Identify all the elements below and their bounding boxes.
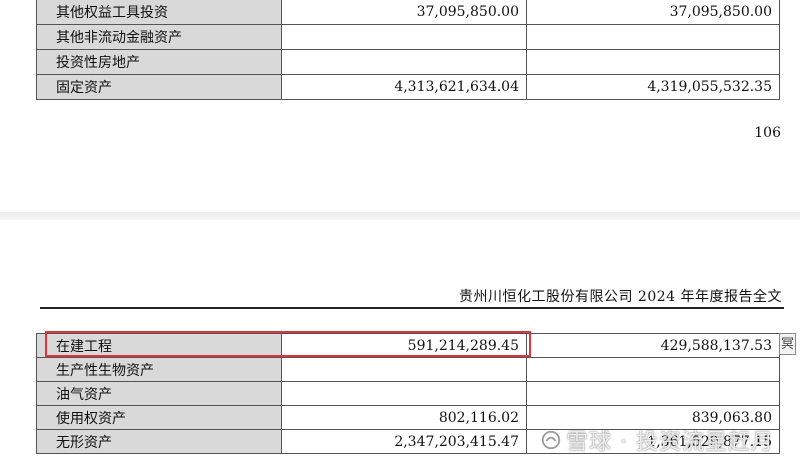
previous-period-value: 4,319,055,532.35 [526,74,780,100]
current-period-value: 37,095,850.00 [281,0,527,25]
table-row: 投资性房地产 [36,49,780,75]
current-page: 贵州川恒化工股份有限公司 2024 年年度报告全文 在建工程 591,214,2… [0,220,800,458]
report-header: 贵州川恒化工股份有限公司 2024 年年度报告全文 [458,289,782,305]
table-row: 生产性生物资产 [36,357,780,382]
current-period-value [281,49,527,75]
snowball-logo-icon [541,430,561,450]
highlight-annotation-box [45,331,531,357]
previous-period-value [526,24,780,50]
current-period-value [281,24,527,50]
row-label: 投资性房地产 [36,49,282,75]
row-label: 生产性生物资产 [36,357,282,382]
row-label: 使用权资产 [36,405,282,430]
current-period-value [281,357,527,382]
row-label: 固定资产 [36,74,282,100]
page-divider [0,212,800,220]
current-period-value [281,381,527,406]
balance-sheet-table-top: 其他权益工具投资 37,095,850.00 37,095,850.00 其他非… [36,0,780,100]
table-row: 油气资产 [36,381,780,406]
previous-page: 其他权益工具投资 37,095,850.00 37,095,850.00 其他非… [0,0,800,212]
table-row: 其他非流动金融资产 [36,24,780,50]
row-label: 其他权益工具投资 [36,0,282,25]
table-row: 其他权益工具投资 37,095,850.00 37,095,850.00 [36,0,780,25]
side-glyph-icon[interactable]: 冥 [779,333,796,355]
previous-period-value [526,381,780,406]
previous-period-value: 429,588,137.53 [526,333,780,358]
previous-period-value [526,357,780,382]
current-period-value: 802,116.02 [281,405,527,430]
current-period-value: 4,313,621,634.04 [281,74,527,100]
watermark: 雪球 · 投资流星赶月 [540,424,774,456]
previous-period-value: 37,095,850.00 [526,0,780,25]
previous-period-value [526,49,780,75]
row-label: 其他非流动金融资产 [36,24,282,50]
current-period-value: 2,347,203,415.47 [281,429,527,454]
watermark-text: 雪球 · 投资流星赶月 [566,430,774,455]
table-row: 固定资产 4,313,621,634.04 4,319,055,532.35 [36,74,780,100]
header-rule [40,307,784,309]
row-label: 无形资产 [36,429,282,454]
page-number: 106 [754,125,781,141]
row-label: 油气资产 [36,381,282,406]
